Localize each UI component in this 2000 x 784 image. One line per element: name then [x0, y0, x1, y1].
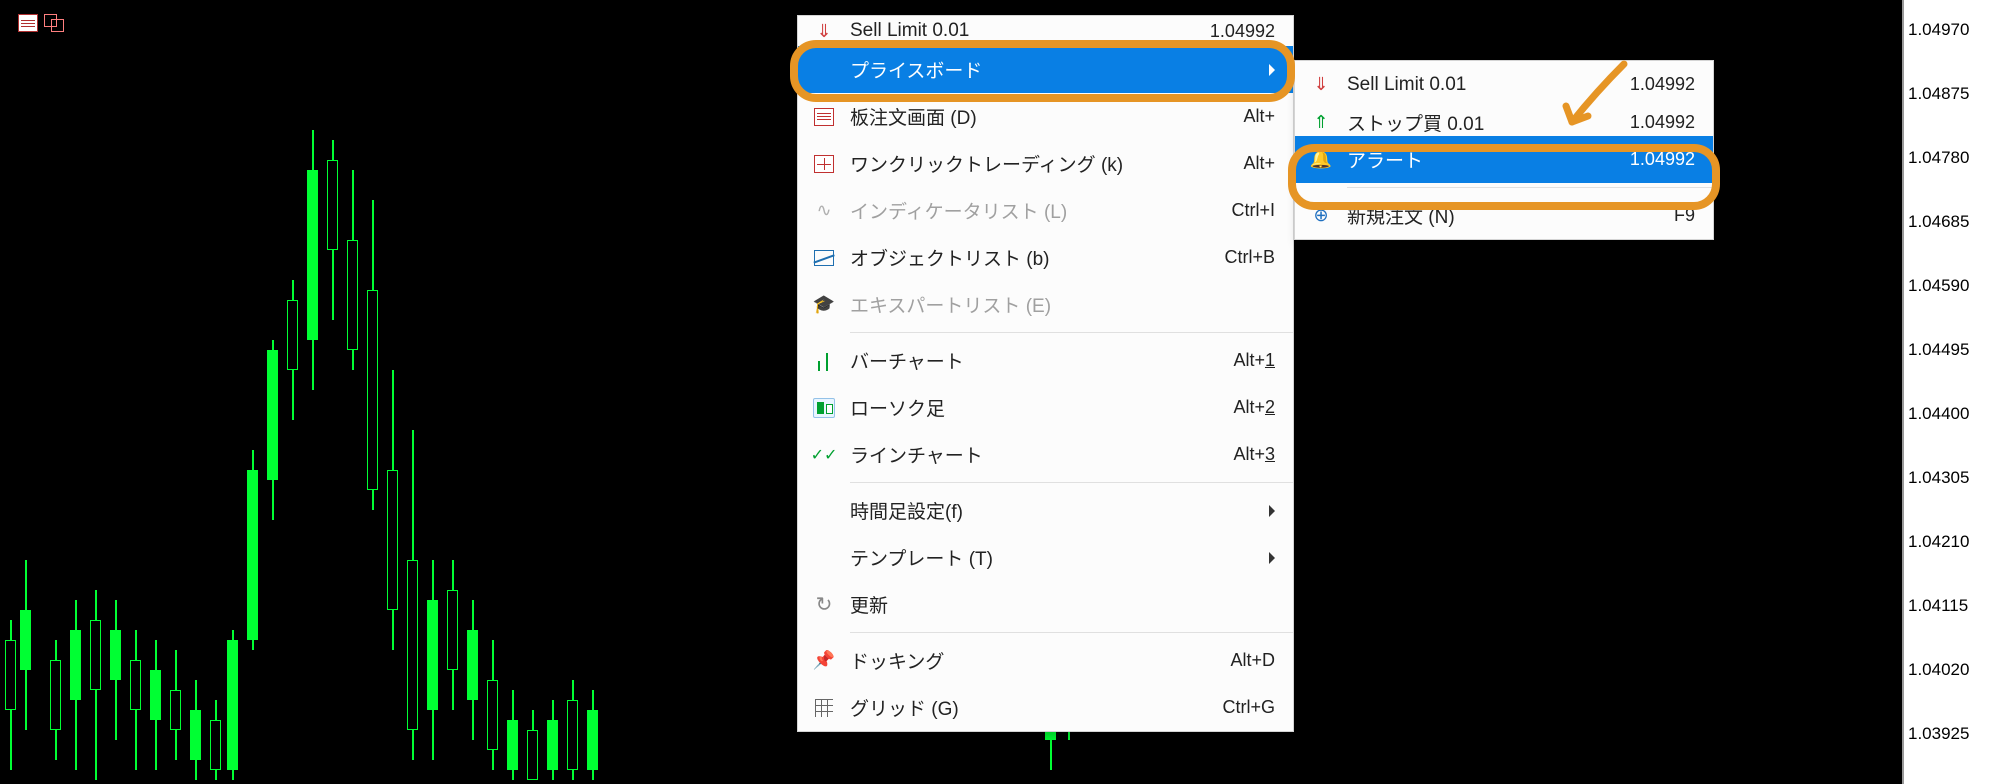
menu-label: プライスボード: [850, 56, 1269, 83]
indicator-icon: ∿: [798, 187, 850, 234]
menu-label: テンプレート (T): [850, 544, 1269, 571]
submenu-arrow-icon: [1269, 552, 1275, 564]
menu-label: ストップ買 0.01: [1347, 109, 1630, 136]
menu-label: グリッド (G): [850, 694, 1222, 721]
menu-shortcut: Ctrl+I: [1231, 200, 1275, 221]
menu-separator: [850, 332, 1293, 333]
menu-item-bar-chart[interactable]: バーチャート Alt+1: [798, 337, 1293, 384]
menu-label: ローソク足: [850, 394, 1233, 421]
menu-label: バーチャート: [850, 347, 1233, 374]
menu-label: Sell Limit 0.01: [1347, 74, 1630, 96]
menu-label: 新規注文 (N): [1347, 202, 1674, 229]
menu-value: 1.04992: [1630, 74, 1695, 95]
blank-icon: [798, 46, 850, 93]
new-order-icon: ⊕: [1295, 192, 1347, 239]
menu-shortcut: Ctrl+B: [1224, 247, 1275, 268]
menu-value: 1.04992: [1210, 21, 1275, 42]
menu-separator: [1347, 187, 1713, 188]
menu-item-indicator-list: ∿ インディケータリスト (L) Ctrl+I: [798, 187, 1293, 234]
menu-label: 時間足設定(f): [850, 497, 1269, 524]
menu-label: ラインチャート: [850, 441, 1233, 468]
submenu-arrow-icon: [1269, 64, 1275, 76]
menu-label: オブジェクトリスト (b): [850, 244, 1224, 271]
submenu-arrow-icon: [1269, 505, 1275, 517]
candle-icon: [798, 384, 850, 431]
menu-item-refresh[interactable]: ↻ 更新: [798, 581, 1293, 628]
menu-item-line-chart[interactable]: ✓✓ ラインチャート Alt+3: [798, 431, 1293, 478]
bell-icon: 🔔: [1295, 136, 1347, 183]
line-icon: ✓✓: [798, 431, 850, 478]
order-book-icon: [798, 93, 850, 140]
menu-separator: [850, 632, 1293, 633]
axis-tick: 1.04400: [1908, 404, 1969, 424]
menu-shortcut: Ctrl+G: [1222, 697, 1275, 718]
blank-icon: [798, 534, 850, 581]
object-icon: [798, 234, 850, 281]
axis-tick: 1.04875: [1908, 84, 1969, 104]
menu-label: ワンクリックトレーディング (k): [850, 150, 1243, 177]
oneclick-icon: [798, 140, 850, 187]
axis-tick: 1.04020: [1908, 660, 1969, 680]
stop-buy-icon: ⇑: [1295, 108, 1347, 136]
menu-shortcut: Alt+3: [1233, 444, 1275, 465]
expert-icon: 🎓: [798, 281, 850, 328]
menu-label: Sell Limit 0.01: [850, 20, 1210, 42]
menu-item-oneclick[interactable]: ワンクリックトレーディング (k) Alt+: [798, 140, 1293, 187]
menu-shortcut: F9: [1674, 205, 1695, 226]
menu-item-sell-limit[interactable]: ⇓ Sell Limit 0.01 1.04992: [798, 16, 1293, 46]
menu-item-timeframe[interactable]: 時間足設定(f): [798, 487, 1293, 534]
menu-item-priceboard[interactable]: プライスボード: [798, 46, 1293, 93]
menu-item-dom[interactable]: 板注文画面 (D) Alt+: [798, 93, 1293, 140]
pin-icon: 📌: [798, 637, 850, 684]
menu-label: アラート: [1347, 146, 1630, 173]
axis-tick: 1.04685: [1908, 212, 1969, 232]
menu-label: 板注文画面 (D): [850, 103, 1243, 130]
submenu-item-sell-limit[interactable]: ⇓ Sell Limit 0.01 1.04992: [1295, 61, 1713, 108]
menu-shortcut: Alt+: [1243, 106, 1275, 127]
axis-tick: 1.04970: [1908, 20, 1969, 40]
menu-item-template[interactable]: テンプレート (T): [798, 534, 1293, 581]
menu-item-docking[interactable]: 📌 ドッキング Alt+D: [798, 637, 1293, 684]
axis-tick: 1.03925: [1908, 724, 1969, 744]
menu-label: ドッキング: [850, 647, 1230, 674]
menu-shortcut: Alt+: [1243, 153, 1275, 174]
menu-value: 1.04992: [1630, 112, 1695, 133]
menu-shortcut: Alt+1: [1233, 350, 1275, 371]
axis-tick: 1.04495: [1908, 340, 1969, 360]
menu-separator: [850, 482, 1293, 483]
menu-label: インディケータリスト (L): [850, 197, 1231, 224]
sell-down-icon: ⇓: [798, 16, 850, 46]
blank-icon: [798, 487, 850, 534]
axis-tick: 1.04115: [1908, 596, 1968, 616]
priceboard-submenu[interactable]: ⇓ Sell Limit 0.01 1.04992 ⇑ ストップ買 0.01 1…: [1294, 60, 1714, 240]
menu-shortcut: Alt+2: [1233, 397, 1275, 418]
submenu-item-alert[interactable]: 🔔 アラート 1.04992: [1295, 136, 1713, 183]
refresh-icon: ↻: [798, 581, 850, 628]
bar-icon: [798, 337, 850, 384]
menu-value: 1.04992: [1630, 149, 1695, 170]
price-axis: 1.04970 1.04875 1.04780 1.04685 1.04590 …: [1902, 0, 2000, 784]
axis-tick: 1.04210: [1908, 532, 1969, 552]
submenu-item-stop-buy[interactable]: ⇑ ストップ買 0.01 1.04992: [1295, 108, 1713, 136]
menu-shortcut: Alt+D: [1230, 650, 1275, 671]
grid-icon: [798, 684, 850, 731]
menu-item-grid[interactable]: グリッド (G) Ctrl+G: [798, 684, 1293, 731]
axis-tick: 1.04305: [1908, 468, 1969, 488]
submenu-item-new-order[interactable]: ⊕ 新規注文 (N) F9: [1295, 192, 1713, 239]
menu-label: 更新: [850, 591, 1275, 618]
sell-down-icon: ⇓: [1295, 61, 1347, 108]
menu-item-candlestick[interactable]: ローソク足 Alt+2: [798, 384, 1293, 431]
menu-label: エキスパートリスト (E): [850, 291, 1275, 318]
menu-item-object-list[interactable]: オブジェクトリスト (b) Ctrl+B: [798, 234, 1293, 281]
menu-item-expert-list: 🎓 エキスパートリスト (E): [798, 281, 1293, 328]
axis-tick: 1.04590: [1908, 276, 1969, 296]
axis-tick: 1.04780: [1908, 148, 1969, 168]
chart-context-menu[interactable]: ⇓ Sell Limit 0.01 1.04992 プライスボード 板注文画面 …: [797, 15, 1294, 732]
